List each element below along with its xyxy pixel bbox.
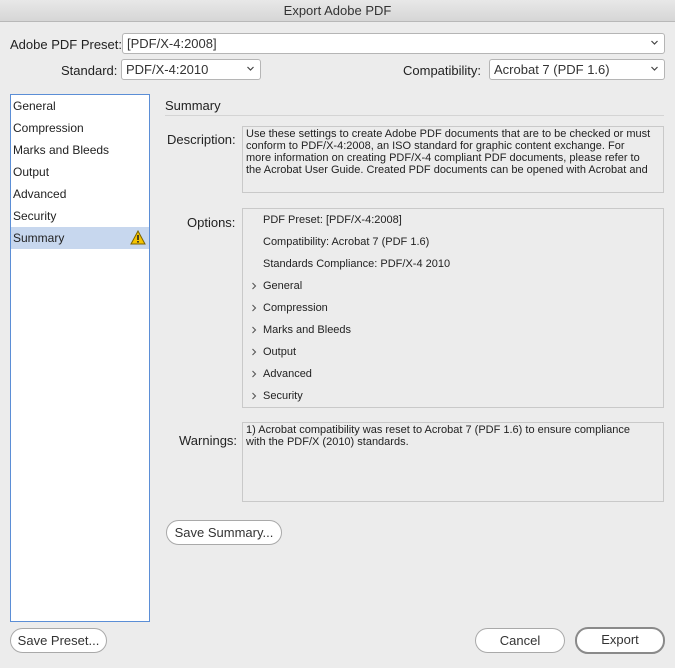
warnings-label: Warnings: bbox=[179, 433, 238, 448]
option-group-output[interactable]: Output bbox=[263, 346, 296, 358]
description-line: more information on creating PDF/X-4 com… bbox=[246, 152, 640, 164]
cancel-button[interactable]: Cancel bbox=[475, 628, 565, 653]
preset-select[interactable]: [PDF/X-4:2008] bbox=[122, 33, 665, 54]
save-preset-button[interactable]: Save Preset... bbox=[10, 628, 107, 653]
chevron-right-icon[interactable] bbox=[251, 348, 257, 356]
preset-value: [PDF/X-4:2008] bbox=[127, 36, 217, 51]
option-group-advanced[interactable]: Advanced bbox=[263, 368, 312, 380]
category-sidebar: General Compression Marks and Bleeds Out… bbox=[10, 94, 150, 622]
chevron-right-icon[interactable] bbox=[251, 326, 257, 334]
description-text: Use these settings to create Adobe PDF d… bbox=[246, 128, 654, 176]
sidebar-item-general[interactable]: General bbox=[11, 95, 149, 117]
standard-label: Standard: bbox=[61, 63, 118, 78]
chevron-right-icon[interactable] bbox=[251, 370, 257, 378]
option-group-security[interactable]: Security bbox=[263, 390, 303, 402]
export-button[interactable]: Export bbox=[575, 627, 665, 654]
warning-line: with the PDF/X (2010) standards. bbox=[246, 436, 409, 448]
compatibility-value: Acrobat 7 (PDF 1.6) bbox=[494, 62, 610, 77]
description-label: Description: bbox=[167, 132, 236, 147]
chevron-down-icon bbox=[651, 40, 658, 45]
window-title: Export Adobe PDF bbox=[0, 0, 675, 22]
option-group-compression[interactable]: Compression bbox=[263, 302, 328, 314]
sidebar-item-output[interactable]: Output bbox=[11, 161, 149, 183]
sidebar-item-security[interactable]: Security bbox=[11, 205, 149, 227]
option-compliance: Standards Compliance: PDF/X-4 2010 bbox=[263, 258, 451, 270]
sidebar-item-advanced[interactable]: Advanced bbox=[11, 183, 149, 205]
compatibility-select[interactable]: Acrobat 7 (PDF 1.6) bbox=[489, 59, 665, 80]
sidebar-item-compression[interactable]: Compression bbox=[11, 117, 149, 139]
warning-icon bbox=[130, 230, 146, 245]
sidebar-item-summary[interactable]: Summary bbox=[11, 227, 149, 249]
chevron-down-icon bbox=[247, 66, 254, 71]
standard-value: PDF/X-4:2010 bbox=[126, 62, 209, 77]
preset-label: Adobe PDF Preset: bbox=[10, 37, 122, 52]
chevron-right-icon[interactable] bbox=[251, 304, 257, 312]
save-summary-button[interactable]: Save Summary... bbox=[166, 520, 282, 545]
option-group-general[interactable]: General bbox=[263, 280, 302, 292]
description-line: the Acrobat User Guide. Created PDF docu… bbox=[246, 164, 648, 176]
standard-select[interactable]: PDF/X-4:2010 bbox=[121, 59, 261, 80]
chevron-right-icon[interactable] bbox=[251, 282, 257, 290]
option-group-marks-and-bleeds[interactable]: Marks and Bleeds bbox=[263, 324, 351, 336]
section-title: Summary bbox=[165, 98, 221, 113]
sidebar-item-label: Summary bbox=[13, 231, 65, 245]
options-label: Options: bbox=[187, 215, 236, 230]
description-line: conform to PDF/X-4:2008, an ISO standard… bbox=[246, 140, 625, 152]
option-preset: PDF Preset: [PDF/X-4:2008] bbox=[263, 214, 402, 226]
compatibility-label: Compatibility: bbox=[403, 63, 482, 78]
description-line: Use these settings to create Adobe PDF d… bbox=[246, 128, 651, 140]
sidebar-item-marks-and-bleeds[interactable]: Marks and Bleeds bbox=[11, 139, 149, 161]
section-divider bbox=[165, 115, 664, 116]
warnings-text: 1) Acrobat compatibility was reset to Ac… bbox=[246, 424, 654, 448]
warning-line: 1) Acrobat compatibility was reset to Ac… bbox=[246, 424, 630, 436]
option-compatibility: Compatibility: Acrobat 7 (PDF 1.6) bbox=[263, 236, 430, 248]
chevron-right-icon[interactable] bbox=[251, 392, 257, 400]
chevron-down-icon bbox=[651, 66, 658, 71]
